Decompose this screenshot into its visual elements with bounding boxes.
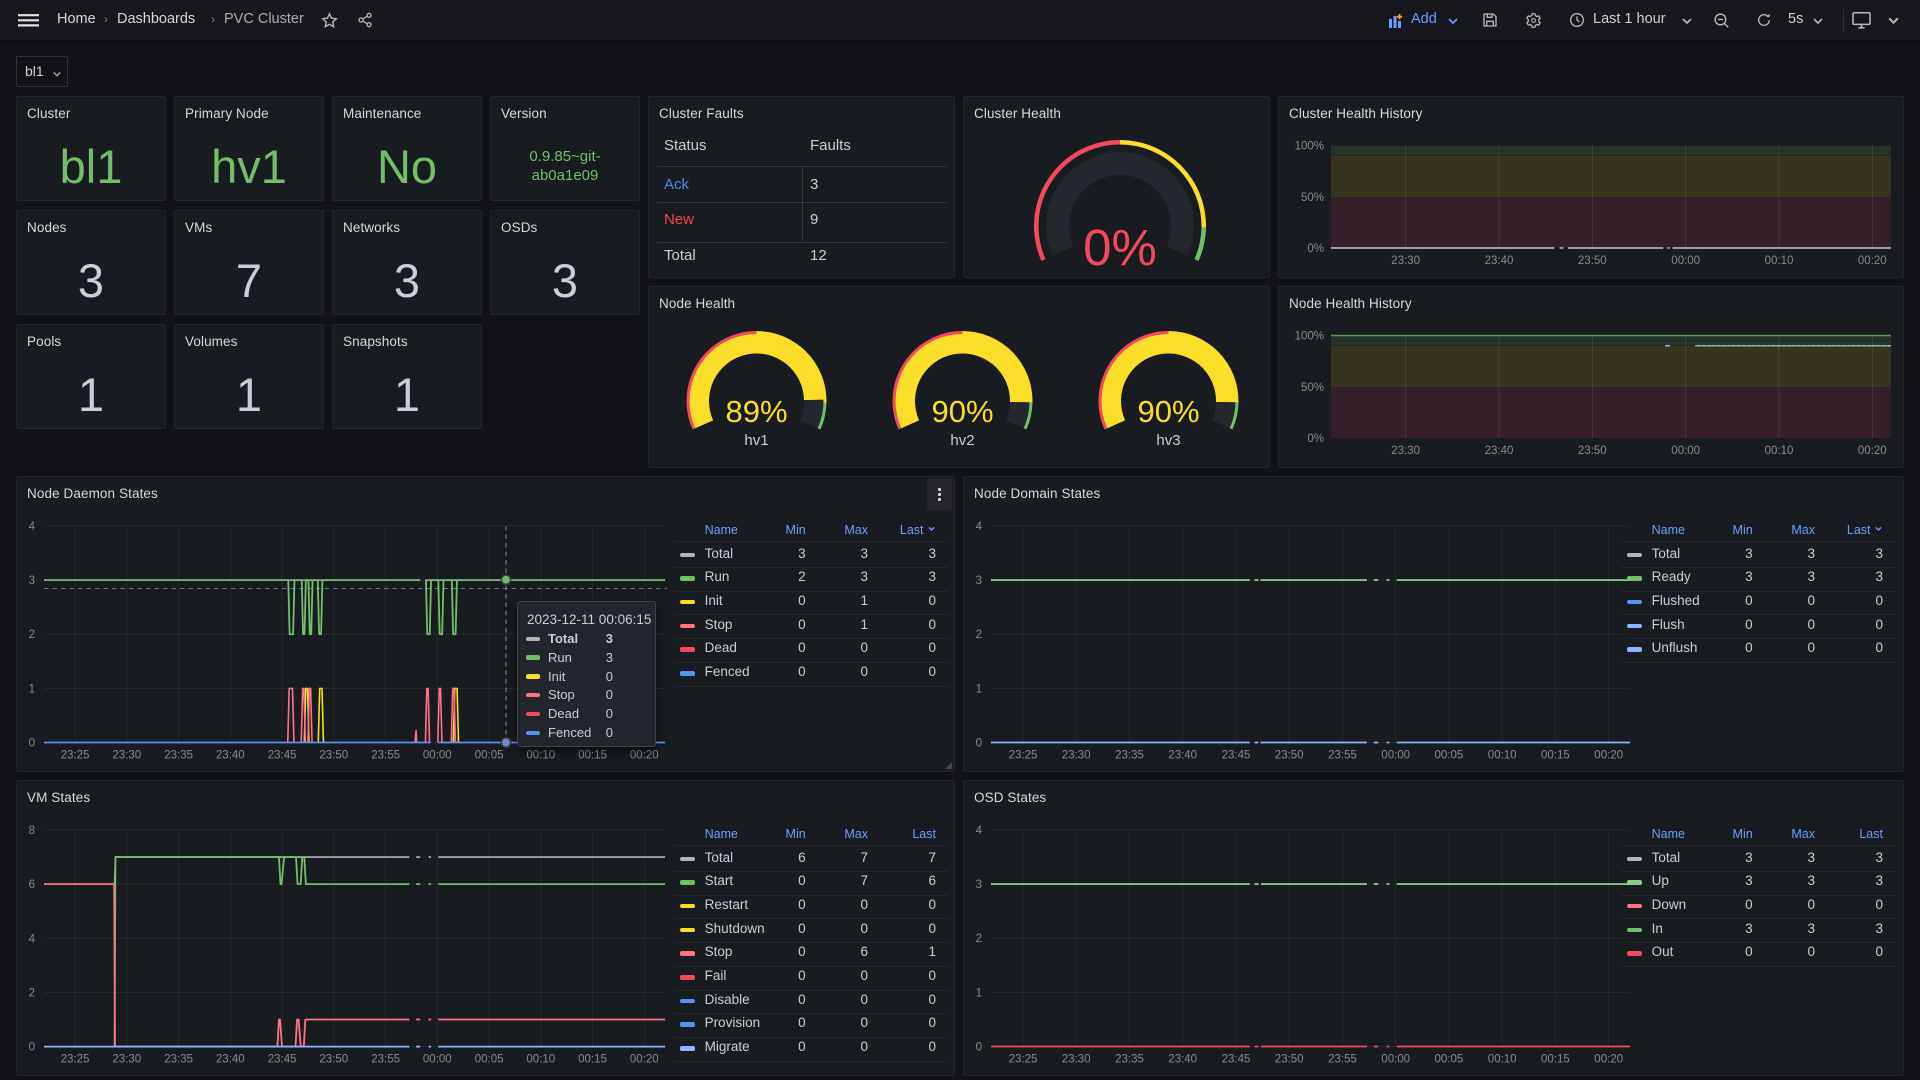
svg-text:hv3: hv3 bbox=[1156, 432, 1180, 449]
svg-text:89%: 89% bbox=[725, 394, 787, 429]
svg-text:90%: 90% bbox=[1137, 394, 1199, 429]
svg-text:0%: 0% bbox=[1083, 219, 1157, 276]
svg-text:hv1: hv1 bbox=[744, 432, 768, 449]
svg-text:hv2: hv2 bbox=[950, 432, 974, 449]
svg-text:90%: 90% bbox=[931, 394, 993, 429]
